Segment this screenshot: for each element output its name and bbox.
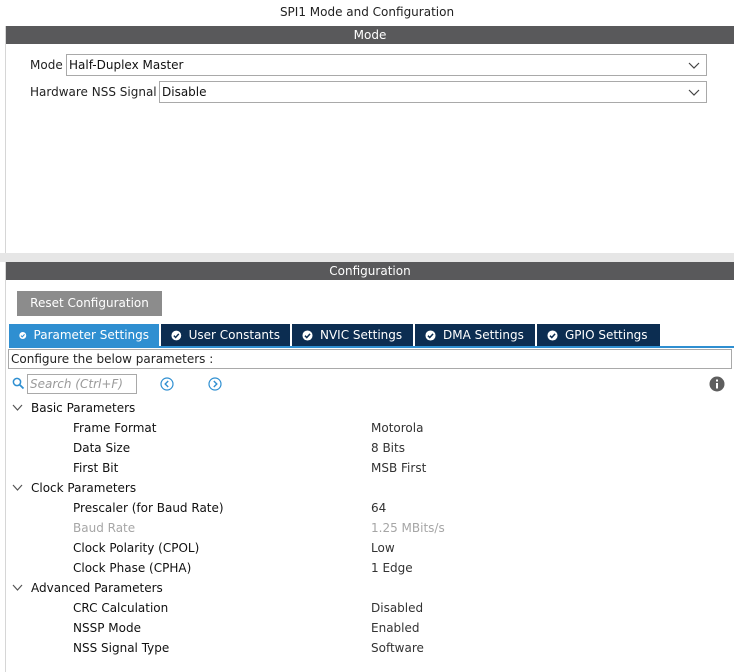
reset-configuration-button[interactable]: Reset Configuration (17, 291, 162, 316)
parameters-hint: Configure the below parameters : (8, 349, 732, 369)
param-first-bit[interactable]: First Bit MSB First (6, 458, 734, 478)
param-name: First Bit (73, 461, 119, 475)
chevron-down-icon[interactable] (12, 483, 23, 492)
param-nssp-mode[interactable]: NSSP Mode Enabled (6, 618, 734, 638)
chevron-down-icon[interactable] (12, 403, 23, 412)
tab-label: User Constants (188, 328, 280, 342)
mode-label: Mode (30, 58, 63, 72)
tab-dma-settings[interactable]: DMA Settings (415, 324, 535, 346)
group-label: Clock Parameters (31, 481, 137, 495)
param-frame-format[interactable]: Frame Format Motorola (6, 418, 734, 438)
param-name: Prescaler (for Baud Rate) (73, 501, 224, 515)
group-advanced-parameters[interactable]: Advanced Parameters (6, 578, 734, 598)
param-data-size[interactable]: Data Size 8 Bits (6, 438, 734, 458)
param-name: Clock Polarity (CPOL) (73, 541, 200, 555)
settings-tabs: Parameter Settings User Constants NVIC S… (9, 324, 662, 346)
tab-label: GPIO Settings (565, 328, 648, 342)
param-name: Baud Rate (73, 521, 136, 535)
check-circle-icon (19, 331, 27, 339)
chevron-down-icon[interactable] (12, 583, 23, 592)
nss-select-value: Disable (162, 85, 207, 99)
param-baud-rate: Baud Rate 1.25 MBits/s (6, 518, 734, 538)
param-value[interactable]: Motorola (371, 418, 423, 438)
param-value[interactable]: MSB First (371, 458, 426, 478)
check-circle-icon (302, 329, 313, 341)
configuration-panel: Configuration Reset Configuration Parame… (5, 262, 734, 672)
tab-label: NVIC Settings (320, 328, 403, 342)
search-input[interactable] (27, 374, 137, 394)
param-value[interactable]: 1 Edge (371, 558, 413, 578)
param-name: Frame Format (73, 421, 157, 435)
param-value[interactable]: 8 Bits (371, 438, 405, 458)
search-row (12, 374, 730, 394)
window-title: SPI1 Mode and Configuration (279, 5, 455, 19)
group-clock-parameters[interactable]: Clock Parameters (6, 478, 734, 498)
group-basic-parameters[interactable]: Basic Parameters (6, 398, 734, 418)
mode-header: Mode (6, 26, 734, 44)
check-circle-icon (171, 330, 182, 340)
param-prescaler[interactable]: Prescaler (for Baud Rate) 64 (6, 498, 734, 518)
tab-nvic-settings[interactable]: NVIC Settings (292, 324, 413, 346)
mode-select[interactable]: Half-Duplex Master (66, 54, 707, 76)
tab-user-constants[interactable]: User Constants (161, 324, 290, 346)
chevron-down-icon (688, 62, 700, 69)
param-name: NSS Signal Type (73, 641, 170, 655)
nss-label: Hardware NSS Signal (30, 85, 157, 99)
param-value: 1.25 MBits/s (371, 521, 445, 535)
check-circle-icon (425, 329, 436, 341)
param-value[interactable]: Low (371, 538, 395, 558)
group-label: Advanced Parameters (31, 581, 163, 595)
tab-underline (9, 346, 734, 348)
param-value[interactable]: 64 (371, 498, 386, 518)
configuration-header: Configuration (6, 262, 734, 280)
param-name: NSSP Mode (73, 621, 141, 635)
param-name: Data Size (73, 441, 131, 455)
group-label: Basic Parameters (31, 401, 136, 415)
mode-panel: Mode Mode Half-Duplex Master Hardware NS… (5, 26, 734, 253)
param-name: CRC Calculation (73, 601, 169, 615)
param-crc-calculation[interactable]: CRC Calculation Disabled (6, 598, 734, 618)
panel-splitter[interactable] (0, 253, 734, 262)
param-clock-phase[interactable]: Clock Phase (CPHA) 1 Edge (6, 558, 734, 578)
chevron-down-icon (688, 89, 700, 96)
info-icon[interactable] (709, 376, 725, 392)
param-nss-signal-type[interactable]: NSS Signal Type Software (6, 638, 734, 658)
tab-parameter-settings[interactable]: Parameter Settings (9, 324, 159, 346)
param-value[interactable]: Software (371, 638, 424, 658)
mode-field-row: Mode Half-Duplex Master (30, 54, 707, 76)
nss-select[interactable]: Disable (159, 81, 707, 103)
previous-result-icon[interactable] (160, 377, 174, 391)
check-circle-icon (547, 329, 558, 341)
param-clock-polarity[interactable]: Clock Polarity (CPOL) Low (6, 538, 734, 558)
tab-label: DMA Settings (443, 328, 524, 342)
parameter-tree: Basic Parameters Frame Format Motorola D… (6, 398, 734, 658)
next-result-icon[interactable] (208, 377, 222, 391)
param-value[interactable]: Enabled (371, 618, 420, 638)
nss-field-row: Hardware NSS Signal Disable (30, 81, 707, 103)
search-icon (12, 377, 25, 390)
param-name: Clock Phase (CPHA) (73, 561, 192, 575)
tab-gpio-settings[interactable]: GPIO Settings (537, 324, 660, 346)
tab-label: Parameter Settings (33, 328, 149, 342)
mode-select-value: Half-Duplex Master (69, 58, 184, 72)
param-value[interactable]: Disabled (371, 598, 423, 618)
